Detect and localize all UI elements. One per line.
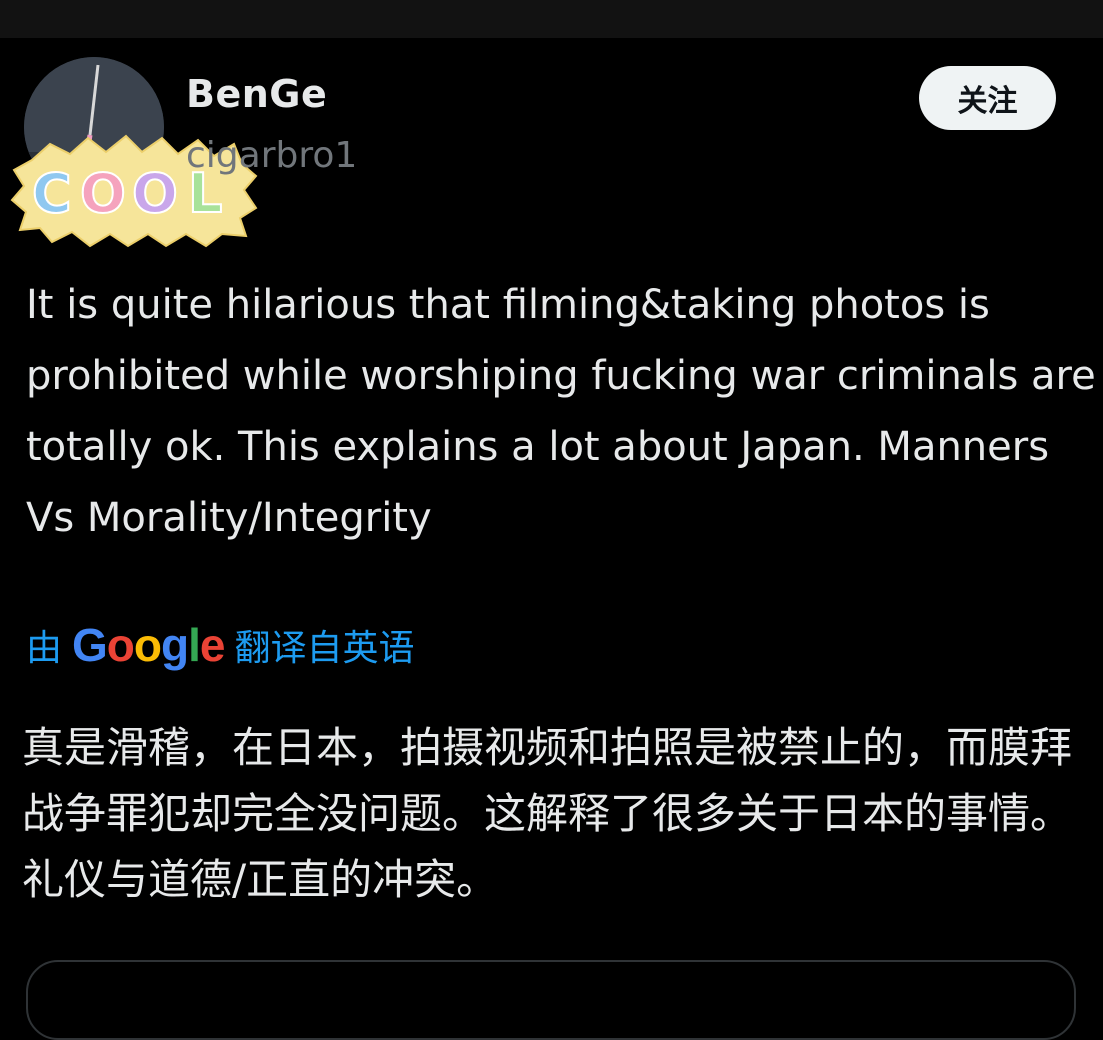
embedded-media-card[interactable] [26,960,1076,1040]
tweet-text: It is quite hilarious that filming&takin… [26,282,1096,541]
translation-attribution[interactable]: 由 Google 翻译自英语 [26,618,415,672]
user-handle[interactable]: cigarbro1 [186,135,357,176]
svg-text:O: O [132,162,178,225]
google-logo: Google [72,619,225,671]
display-name[interactable]: BenGe [186,72,327,116]
svg-text:O: O [80,162,126,225]
top-status-strip [0,0,1103,38]
translated-text: 真是滑稽，在日本，拍摄视频和拍照是被禁止的，而膜拜战争罪犯却完全没问题。这解释了… [22,723,1073,904]
translation-prefix: 由 [26,628,63,669]
follow-button[interactable]: 关注 [919,66,1056,130]
sticker-letter-c: C [32,162,72,225]
translation-suffix: 翻译自英语 [234,628,415,669]
